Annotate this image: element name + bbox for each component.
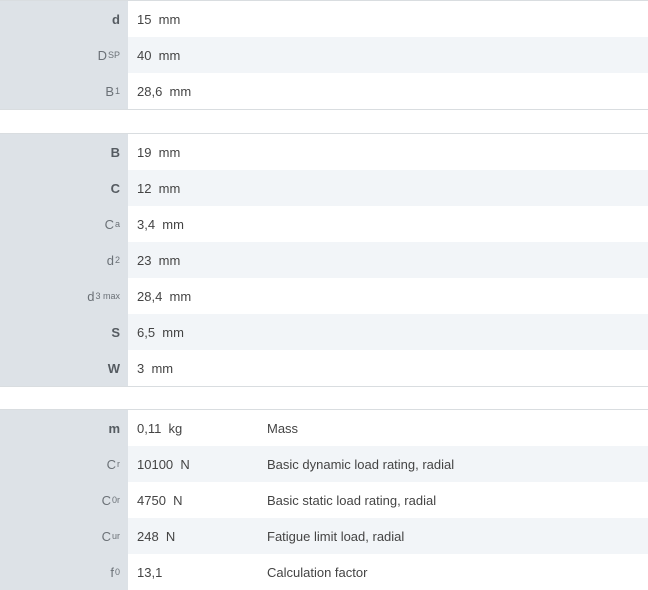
param-label-ca: Ca (0, 206, 128, 242)
param-label-f0: f0 (0, 554, 128, 590)
table-row: d 15 mm (0, 1, 648, 37)
param-label-b: B (0, 134, 128, 170)
param-label-b1: B1 (0, 73, 128, 109)
table-row: Ca 3,4 mm (0, 206, 648, 242)
param-description: Basic dynamic load rating, radial (267, 456, 455, 472)
param-value: 4750 N (137, 492, 183, 508)
table-row: S 6,5 mm (0, 314, 648, 350)
param-label-m: m (0, 410, 128, 446)
param-value: 12 mm (137, 180, 181, 196)
param-value: 10100 N (137, 456, 190, 472)
table-row: f0 13,1 Calculation factor (0, 554, 648, 590)
table-row: B 19 mm (0, 134, 648, 170)
param-value: 3,4 mm (137, 216, 184, 232)
table-row: Cur 248 N Fatigue limit load, radial (0, 518, 648, 554)
table-row: d2 23 mm (0, 242, 648, 278)
performance-table: m 0,11 kg Mass Cr 10100 N Basic dynamic … (0, 409, 648, 590)
param-value: 19 mm (137, 144, 181, 160)
param-value: 0,11 kg (137, 420, 183, 436)
param-label-c0r: C 0r (0, 482, 128, 518)
param-value: 28,4 mm (137, 288, 192, 304)
param-value: 248 N (137, 528, 176, 544)
param-label-dsp: D SP (0, 37, 128, 73)
param-value: 3 mm (137, 360, 174, 376)
param-value: 23 mm (137, 252, 181, 268)
table-row: B1 28,6 mm (0, 73, 648, 109)
param-value: 15 mm (137, 11, 181, 27)
param-description: Basic static load rating, radial (267, 492, 437, 508)
param-label-d: d (0, 1, 128, 37)
table-row: C 0r 4750 N Basic static load rating, rad… (0, 482, 648, 518)
param-label-cr: Cr (0, 446, 128, 482)
param-label-w: W (0, 350, 128, 386)
table-row: W 3 mm (0, 350, 648, 386)
dimensions-table-main: d 15 mm D SP 40 mm B1 28,6 mm (0, 0, 648, 110)
param-value: 6,5 mm (137, 324, 184, 340)
param-description: Mass (267, 420, 299, 436)
param-label-d2: d2 (0, 242, 128, 278)
param-description: Fatigue limit load, radial (267, 528, 405, 544)
param-value: 40 mm (137, 47, 181, 63)
param-label-cur: Cur (0, 518, 128, 554)
param-description: Calculation factor (267, 564, 368, 580)
param-label-d3max: d3 max (0, 278, 128, 314)
table-row: D SP 40 mm (0, 37, 648, 73)
param-label-s: S (0, 314, 128, 350)
table-row: C 12 mm (0, 170, 648, 206)
param-value: 13,1 (137, 564, 163, 580)
dimensions-table-detail: B 19 mm C 12 mm Ca 3,4 mm d2 23 mm d3 ma… (0, 133, 648, 387)
param-value: 28,6 mm (137, 83, 192, 99)
table-row: m 0,11 kg Mass (0, 410, 648, 446)
param-label-c: C (0, 170, 128, 206)
table-row: d3 max 28,4 mm (0, 278, 648, 314)
table-row: Cr 10100 N Basic dynamic load rating, ra… (0, 446, 648, 482)
